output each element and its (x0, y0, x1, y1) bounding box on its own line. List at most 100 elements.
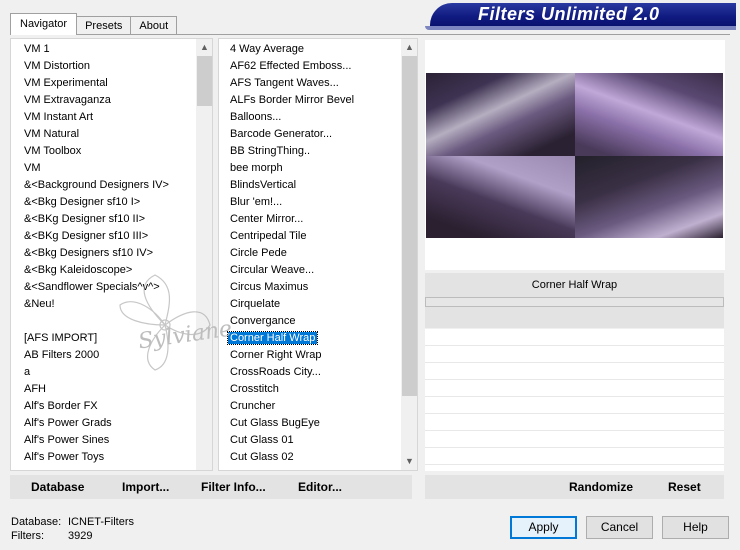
filter-item[interactable]: Cut Glass BugEye (219, 415, 417, 432)
filter-item-label: AFS Tangent Waves... (230, 77, 339, 89)
parameter-row (425, 448, 724, 465)
filter-scrollbar[interactable]: ▲ ▼ (401, 39, 417, 470)
filter-item-label: BB StringThing.. (230, 145, 311, 157)
tab-navigator[interactable]: Navigator (10, 13, 78, 35)
filter-item[interactable]: Barcode Generator... (219, 126, 417, 143)
apply-button[interactable]: Apply (510, 516, 577, 539)
filter-item[interactable]: Blur 'em!... (219, 194, 417, 211)
tab-about[interactable]: About (130, 16, 178, 35)
preview-quadrant (574, 73, 723, 156)
filter-info-button[interactable]: Filter Info... (201, 475, 266, 499)
filter-item[interactable]: BB StringThing.. (219, 143, 417, 160)
filter-item-label: bee morph (230, 162, 283, 174)
filter-item-label: Circular Weave... (230, 264, 315, 276)
preview-toolbar: Randomize Reset (425, 475, 724, 499)
randomize-button[interactable]: Randomize (569, 475, 633, 499)
category-item[interactable]: Alf's Power Grads (11, 415, 212, 432)
category-item[interactable]: &<BKg Designer sf10 III> (11, 228, 212, 245)
filter-item[interactable]: Corner Right Wrap (219, 347, 417, 364)
filter-item[interactable]: Convergance (219, 313, 417, 330)
filter-item-label: Blur 'em!... (230, 196, 283, 208)
category-list[interactable]: VM 1 VM Distortion VM Experimental VM Extra… (10, 38, 213, 471)
category-item[interactable]: Alf's Power Sines (11, 432, 212, 449)
import-button[interactable]: Import... (122, 475, 169, 499)
parameter-row (425, 397, 724, 414)
filter-item[interactable]: Centripedal Tile (219, 228, 417, 245)
filter-item[interactable]: AF62 Effected Emboss... (219, 58, 417, 75)
category-item[interactable]: &<Background Designers IV> (11, 177, 212, 194)
filter-item-label: Cut Glass 01 (230, 434, 294, 446)
category-scroll-thumb[interactable] (197, 56, 212, 106)
filter-item[interactable]: Cirquelate (219, 296, 417, 313)
help-button[interactable]: Help (662, 516, 729, 539)
filter-item-label: Circle Pede (230, 247, 287, 259)
filter-item-label: Convergance (230, 315, 296, 327)
filter-item[interactable]: Crosstitch (219, 381, 417, 398)
filter-item[interactable]: Cut Glass 01 (219, 432, 417, 449)
category-item[interactable]: VM Distortion (11, 58, 212, 75)
category-item[interactable]: a (11, 364, 212, 381)
category-item[interactable]: VM (11, 160, 212, 177)
filter-scroll-thumb[interactable] (402, 56, 417, 396)
category-item[interactable]: AFH (11, 381, 212, 398)
tab-divider (10, 34, 730, 35)
category-item[interactable]: VM Natural (11, 126, 212, 143)
filter-item[interactable]: bee morph (219, 160, 417, 177)
filter-item[interactable]: Corner Half Wrap (219, 330, 417, 347)
category-item[interactable]: AB Filters 2000 (11, 347, 212, 364)
parameter-row (425, 329, 724, 346)
filter-item[interactable]: AFS Tangent Waves... (219, 75, 417, 92)
filter-list[interactable]: 4 Way Average AF62 Effected Emboss... AFS … (218, 38, 418, 471)
app-title-banner: Filters Unlimited 2.0 (430, 3, 736, 26)
category-item[interactable]: VM Toolbox (11, 143, 212, 160)
filter-item[interactable]: Cruncher (219, 398, 417, 415)
preview-image (426, 73, 723, 238)
category-item[interactable]: VM Extravaganza (11, 92, 212, 109)
category-scrollbar[interactable]: ▲ (196, 39, 212, 470)
category-item[interactable]: &<Bkg Designers sf10 IV> (11, 245, 212, 262)
category-item[interactable]: VM 1 (11, 41, 212, 58)
filter-item[interactable]: Circular Weave... (219, 262, 417, 279)
filter-item-label: Barcode Generator... (230, 128, 333, 140)
category-item[interactable]: Alf's Border FX (11, 398, 212, 415)
category-item[interactable]: VM Instant Art (11, 109, 212, 126)
tab-presets[interactable]: Presets (76, 16, 132, 35)
filters-count-label: Filters: (11, 530, 44, 542)
filter-item[interactable]: Balloons... (219, 109, 417, 126)
parameter-row (425, 363, 724, 380)
category-item[interactable]: [AFS IMPORT] (11, 330, 212, 347)
filter-item-label: Balloons... (230, 111, 282, 123)
category-item[interactable]: Alf's Power Toys (11, 449, 212, 466)
filter-item[interactable]: CrossRoads City... (219, 364, 417, 381)
category-item[interactable]: &<Bkg Designer sf10 I> (11, 194, 212, 211)
category-item[interactable]: VM Experimental (11, 75, 212, 92)
filter-item-label: Crosstitch (230, 383, 279, 395)
tab-strip: Navigator Presets About (10, 13, 178, 35)
reset-button[interactable]: Reset (668, 475, 701, 499)
category-item[interactable]: &Neu! (11, 296, 212, 313)
filter-item[interactable]: ALFs Border Mirror Bevel (219, 92, 417, 109)
database-button[interactable]: Database (31, 475, 84, 499)
filter-item[interactable]: Circle Pede (219, 245, 417, 262)
filter-item[interactable]: Center Mirror... (219, 211, 417, 228)
category-item[interactable]: &<Bkg Kaleidoscope> (11, 262, 212, 279)
editor-button[interactable]: Editor... (298, 475, 342, 499)
category-item[interactable]: &<BKg Designer sf10 II> (11, 211, 212, 228)
scroll-down-icon[interactable]: ▼ (401, 453, 417, 470)
filter-item-label: Center Mirror... (230, 213, 304, 225)
progress-bar (425, 297, 724, 307)
scroll-up-icon[interactable]: ▲ (196, 39, 212, 56)
filter-item[interactable]: Cut Glass 02 (219, 449, 417, 466)
banner-shadow (425, 26, 736, 30)
filter-item-label: Circus Maximus (230, 281, 309, 293)
filter-item[interactable]: Circus Maximus (219, 279, 417, 296)
cancel-button[interactable]: Cancel (586, 516, 653, 539)
filter-item-label: CrossRoads City... (230, 366, 321, 378)
selected-filter-name: Corner Half Wrap (425, 273, 724, 297)
filter-item[interactable]: 4 Way Average (219, 41, 417, 58)
scroll-up-icon[interactable]: ▲ (401, 39, 417, 56)
filter-item-label: Corner Right Wrap (230, 349, 322, 361)
category-item[interactable]: &<Sandflower Specials^v^> (11, 279, 212, 296)
filter-item[interactable]: BlindsVertical (219, 177, 417, 194)
category-item[interactable] (11, 313, 212, 330)
